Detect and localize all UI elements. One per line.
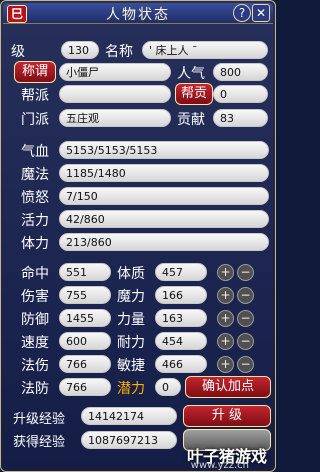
gang-contrib-button[interactable]: 帮贡	[175, 83, 213, 105]
name-label: 名称	[105, 44, 133, 60]
stat-label-strength: 力量	[117, 312, 145, 328]
stat-label-magic-damage: 法伤	[21, 358, 49, 374]
title-button[interactable]: 称谓	[14, 61, 56, 83]
gained-exp-value: 1087697213	[81, 431, 177, 449]
stat-label-hit: 命中	[21, 266, 49, 282]
upgrade-exp-value: 14142174	[81, 407, 177, 425]
character-status-window: 巳 人物状态 ? ✕ 级 130 名称 ' 床上人 ¯ 称谓 小僵尸 人气 80…	[0, 0, 276, 472]
popularity-label: 人气	[177, 66, 205, 82]
gang-value	[59, 85, 171, 103]
endurance-sub-button[interactable]: −	[237, 333, 254, 350]
gang-label: 帮派	[21, 88, 49, 104]
vital-label-stamina: 体力	[21, 236, 49, 252]
gained-exp-label: 获得经验	[13, 435, 66, 450]
gang-contrib-value: 0	[213, 85, 268, 103]
vital-value-hp: 5153/5153/5153	[59, 141, 269, 159]
vital-value-vigor: 42/860	[59, 210, 269, 228]
vital-value-stamina: 213/860	[59, 233, 269, 251]
sect-label: 门派	[21, 112, 49, 128]
stat-value-strength: 163	[155, 309, 207, 327]
stat-label-constitution: 体质	[117, 266, 145, 282]
title-value: 小僵尸	[59, 63, 171, 81]
devote-label: 贡献	[177, 112, 205, 128]
stat-value-magic: 166	[155, 286, 207, 304]
confirm-points-button[interactable]: 确认加点	[185, 376, 271, 398]
stat-value-agility: 466	[155, 355, 207, 373]
strength-sub-button[interactable]: −	[237, 310, 254, 327]
constitution-sub-button[interactable]: −	[237, 264, 254, 281]
stat-value-magic-damage: 766	[59, 355, 111, 373]
site-watermark-url: www.yzz.cn	[190, 460, 249, 471]
agility-sub-button[interactable]: −	[237, 356, 254, 373]
stat-value-magic-defense: 766	[59, 378, 111, 396]
vital-label-anger: 愤怒	[21, 190, 49, 206]
stat-value-hit: 551	[59, 263, 111, 281]
title-bar[interactable]: 巳 人物状态 ? ✕	[3, 3, 273, 24]
name-value: ' 床上人 ¯	[142, 41, 268, 59]
stat-label-damage: 伤害	[21, 289, 49, 305]
stat-value-endurance: 454	[155, 332, 207, 350]
constitution-add-button[interactable]: +	[217, 264, 234, 281]
potential-label: 潜力	[117, 381, 145, 397]
strength-add-button[interactable]: +	[217, 310, 234, 327]
stat-label-speed: 速度	[21, 335, 49, 351]
vital-value-anger: 7/150	[59, 187, 269, 205]
stat-value-speed: 600	[59, 332, 111, 350]
stat-label-defense: 防御	[21, 312, 49, 328]
stat-value-defense: 1455	[59, 309, 111, 327]
magic-add-button[interactable]: +	[217, 287, 234, 304]
close-button[interactable]: ✕	[252, 4, 270, 22]
stat-label-magic: 魔力	[117, 289, 145, 305]
potential-value: 0	[155, 378, 181, 396]
sect-value: 五庄观	[59, 109, 171, 127]
endurance-add-button[interactable]: +	[217, 333, 234, 350]
stat-label-agility: 敏捷	[117, 358, 145, 374]
vital-label-mp: 魔法	[21, 167, 49, 183]
stat-label-magic-defense: 法防	[21, 381, 49, 397]
stat-label-endurance: 耐力	[117, 335, 145, 351]
vital-label-hp: 气血	[21, 144, 49, 160]
devote-value: 83	[213, 109, 268, 127]
agility-add-button[interactable]: +	[217, 356, 234, 373]
level-label: 级	[11, 44, 25, 60]
level-up-button[interactable]: 升 级	[183, 405, 271, 427]
stat-value-constitution: 457	[155, 263, 207, 281]
vital-label-vigor: 活力	[21, 213, 49, 229]
vital-value-mp: 1185/1480	[59, 164, 269, 182]
help-button[interactable]: ?	[233, 4, 251, 22]
magic-sub-button[interactable]: −	[237, 287, 254, 304]
level-value: 130	[61, 41, 99, 59]
popularity-value: 800	[213, 63, 268, 81]
upgrade-exp-label: 升级经验	[13, 412, 66, 427]
stat-value-damage: 755	[59, 286, 111, 304]
